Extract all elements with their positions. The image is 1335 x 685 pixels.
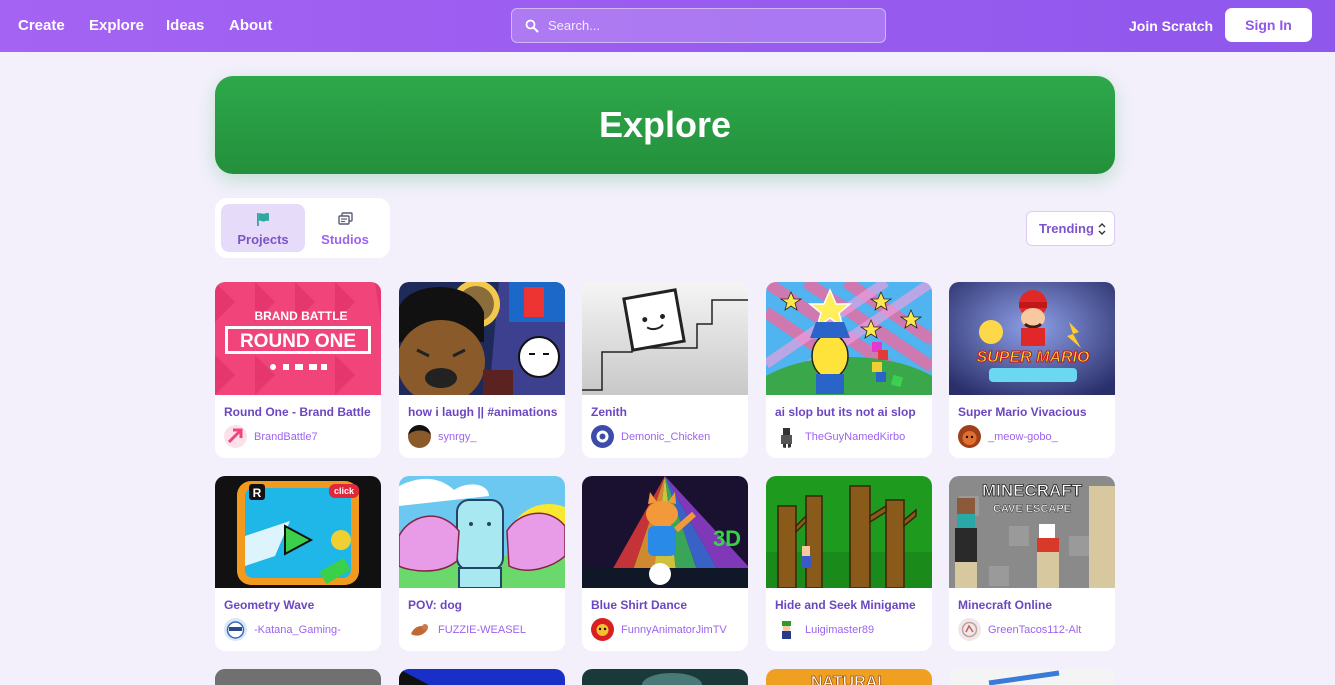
- project-card[interactable]: [215, 669, 381, 685]
- flag-icon: [257, 213, 269, 226]
- project-card[interactable]: R click Geometry Wave -Katana_Gaming-: [215, 476, 381, 651]
- project-card[interactable]: Hide and Seek Minigame Luigimaster89: [766, 476, 932, 651]
- tab-projects-label: Projects: [237, 232, 289, 247]
- project-thumbnail[interactable]: [582, 282, 748, 395]
- project-title[interactable]: Minecraft Online: [958, 598, 1108, 612]
- nav-ideas-link[interactable]: Ideas: [166, 0, 204, 52]
- project-author[interactable]: FunnyAnimatorJimTV: [621, 624, 727, 636]
- avatar[interactable]: [408, 618, 431, 641]
- project-thumbnail[interactable]: [949, 669, 1115, 685]
- project-author[interactable]: -Katana_Gaming-: [254, 624, 341, 636]
- page-title: Explore: [598, 104, 732, 145]
- project-card[interactable]: MINECRAFT CAVE ESCAPE Minecraft Online G…: [949, 476, 1115, 651]
- search-input[interactable]: [548, 9, 878, 42]
- project-card[interactable]: BRAND BATTLE ROUND ONE Round One - Brand…: [215, 282, 381, 458]
- nav-create-link[interactable]: Create: [18, 0, 65, 52]
- avatar[interactable]: [224, 425, 247, 448]
- project-author[interactable]: BrandBattle7: [254, 431, 318, 443]
- project-thumbnail[interactable]: 3D: [582, 476, 748, 588]
- project-thumbnail[interactable]: BRAND BATTLE ROUND ONE: [215, 282, 381, 395]
- thumb-mc-text: MINECRAFT: [982, 481, 1083, 500]
- avatar[interactable]: [958, 425, 981, 448]
- project-thumbnail[interactable]: [399, 669, 565, 685]
- top-navbar: Create Explore Ideas About Join Scratch …: [0, 0, 1335, 52]
- project-card[interactable]: [399, 669, 565, 685]
- avatar[interactable]: [775, 425, 798, 448]
- thumb-super-text: SUPER MARIO: [977, 349, 1090, 366]
- project-thumbnail[interactable]: R click: [215, 476, 381, 588]
- project-title[interactable]: Blue Shirt Dance: [591, 598, 741, 612]
- project-thumbnail[interactable]: [399, 476, 565, 588]
- project-thumbnail[interactable]: [215, 669, 381, 685]
- chevron-updown-icon: [1098, 223, 1106, 235]
- sign-in-button[interactable]: Sign In: [1225, 8, 1312, 42]
- project-author[interactable]: GreenTacos112-Alt: [988, 624, 1081, 636]
- project-card[interactable]: ai slop but its not ai slop TheGuyNamedK…: [766, 282, 932, 458]
- thumb-natural-text: NATURAL: [811, 674, 887, 685]
- project-title[interactable]: Zenith: [591, 405, 741, 419]
- sort-selected-value: Trending: [1039, 221, 1094, 236]
- project-title[interactable]: POV: dog: [408, 598, 558, 612]
- project-author[interactable]: TheGuyNamedKirbo: [805, 431, 905, 443]
- thumb-round-text: ROUND ONE: [240, 331, 356, 352]
- tab-projects[interactable]: Projects: [221, 204, 305, 252]
- avatar[interactable]: [958, 618, 981, 641]
- project-thumbnail[interactable]: [582, 669, 748, 685]
- project-card[interactable]: how i laugh || #animations synrgy_: [399, 282, 565, 458]
- nav-explore-link[interactable]: Explore: [89, 0, 144, 52]
- tab-bar: Projects Studios: [215, 198, 390, 258]
- project-title[interactable]: Hide and Seek Minigame: [775, 598, 925, 612]
- project-author[interactable]: Luigimaster89: [805, 624, 874, 636]
- avatar[interactable]: [408, 425, 431, 448]
- project-card[interactable]: SUPER MARIO Super Mario Vivacious _meow-…: [949, 282, 1115, 458]
- project-card[interactable]: Zenith Demonic_Chicken: [582, 282, 748, 458]
- tab-studios-label: Studios: [321, 232, 369, 247]
- project-thumbnail[interactable]: [399, 282, 565, 395]
- avatar[interactable]: [591, 618, 614, 641]
- sort-select[interactable]: Trending: [1026, 211, 1115, 246]
- project-author[interactable]: Demonic_Chicken: [621, 431, 710, 443]
- project-card[interactable]: POV: dog FUZZIE-WEASEL: [399, 476, 565, 651]
- avatar[interactable]: [591, 425, 614, 448]
- project-title[interactable]: how i laugh || #animations: [408, 405, 558, 419]
- project-card[interactable]: NATURAL: [766, 669, 932, 685]
- join-scratch-link[interactable]: Join Scratch: [1129, 0, 1213, 52]
- project-author[interactable]: synrgy_: [438, 431, 477, 443]
- tab-studios[interactable]: Studios: [303, 204, 387, 252]
- search-box[interactable]: [511, 8, 886, 43]
- project-thumbnail[interactable]: NATURAL: [766, 669, 932, 685]
- explore-banner: Explore: [215, 76, 1115, 174]
- project-author[interactable]: _meow-gobo_: [988, 431, 1058, 443]
- project-card[interactable]: 3D Blue Shirt Dance FunnyAnimatorJimTV: [582, 476, 748, 651]
- project-title[interactable]: Round One - Brand Battle: [224, 405, 374, 419]
- avatar[interactable]: [224, 618, 247, 641]
- svg-text:R: R: [253, 486, 262, 500]
- nav-about-link[interactable]: About: [229, 0, 272, 52]
- project-thumbnail[interactable]: SUPER MARIO: [949, 282, 1115, 395]
- project-title[interactable]: Geometry Wave: [224, 598, 374, 612]
- thumb-click-text: click: [334, 486, 355, 496]
- thumb-brand-text: BRAND BATTLE: [254, 309, 347, 323]
- project-card[interactable]: [582, 669, 748, 685]
- project-thumbnail[interactable]: [766, 282, 932, 395]
- project-thumbnail[interactable]: [766, 476, 932, 588]
- avatar[interactable]: [775, 618, 798, 641]
- project-title[interactable]: Super Mario Vivacious: [958, 405, 1108, 419]
- project-thumbnail[interactable]: MINECRAFT CAVE ESCAPE: [949, 476, 1115, 588]
- thumb-3d-text: 3D: [713, 526, 741, 551]
- project-author[interactable]: FUZZIE-WEASEL: [438, 624, 526, 636]
- project-title[interactable]: ai slop but its not ai slop: [775, 405, 925, 419]
- project-card[interactable]: [949, 669, 1115, 685]
- thumb-cave-text: CAVE ESCAPE: [993, 503, 1071, 515]
- search-icon: [525, 19, 539, 33]
- studios-icon: [338, 212, 353, 225]
